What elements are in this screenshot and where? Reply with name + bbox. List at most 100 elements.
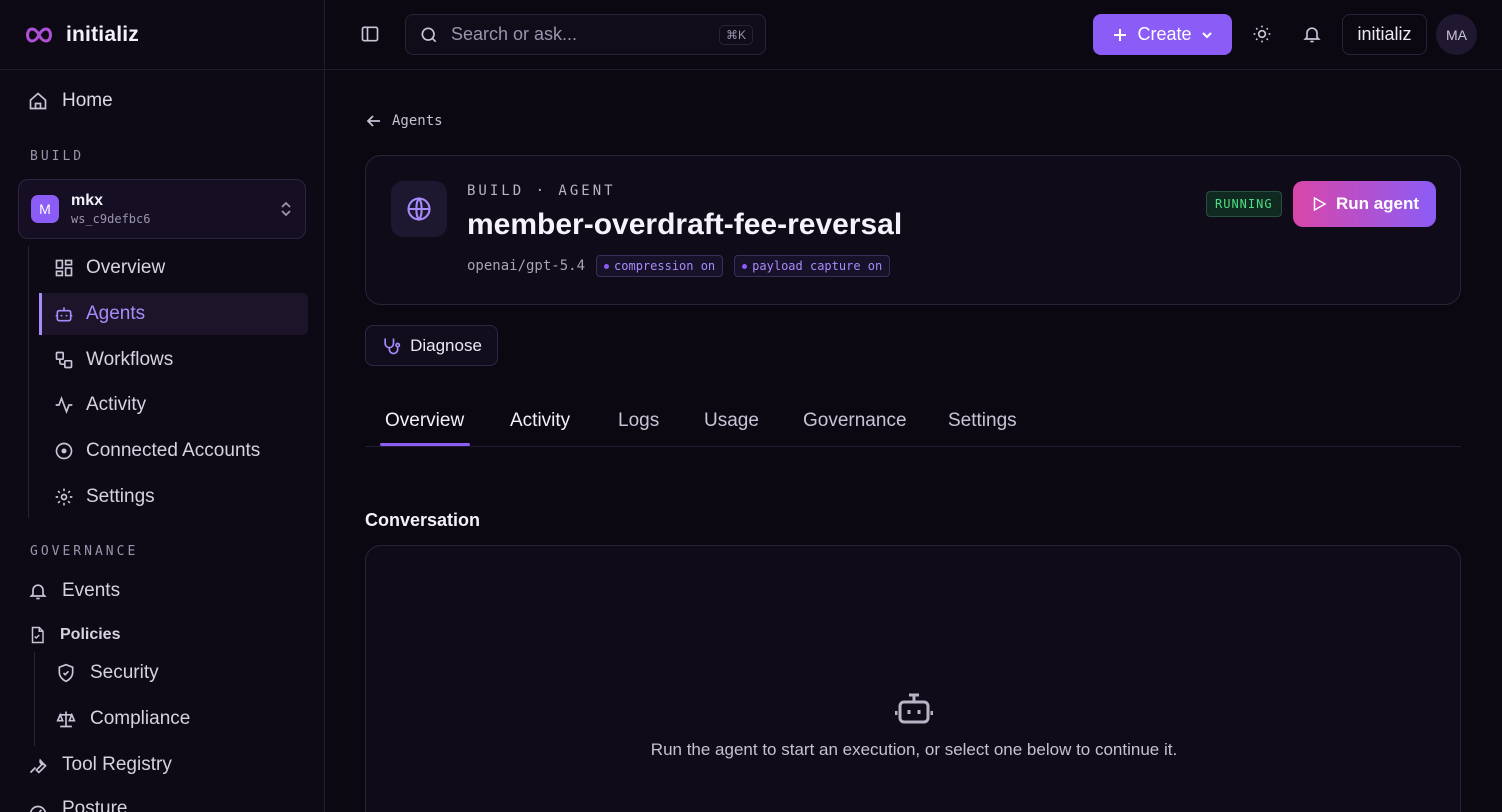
- payload-capture-pill: payload capture on: [734, 255, 891, 277]
- back-link-label: Agents: [392, 113, 443, 129]
- play-icon: [1310, 195, 1328, 213]
- agent-meta: openai/gpt-5.4 compression on payload ca…: [467, 255, 891, 277]
- sidebar-item-label: Posture: [62, 798, 128, 812]
- active-tab-indicator: [380, 443, 470, 446]
- tab-settings[interactable]: Settings: [948, 410, 1017, 432]
- chevron-down-icon: [1201, 29, 1213, 41]
- section-label-build: BUILD: [30, 149, 85, 164]
- workspace-avatar: M: [31, 195, 59, 223]
- bot-icon: [54, 304, 74, 324]
- user-avatar[interactable]: MA: [1436, 14, 1477, 55]
- globe-icon: [391, 181, 447, 237]
- scale-icon: [56, 709, 76, 729]
- search-placeholder: Search or ask...: [451, 24, 578, 44]
- workspace-id: ws_c9defbc6: [71, 212, 151, 226]
- workspace-name: mkx: [71, 192, 104, 209]
- stethoscope-icon: [381, 336, 401, 356]
- theme-toggle-sun-icon[interactable]: [1252, 24, 1272, 44]
- document-icon: [28, 626, 46, 644]
- chevron-up-down-icon: [279, 201, 293, 217]
- topbar: Search or ask... ⌘K Create initializ MA: [325, 0, 1502, 70]
- sidebar-item-settings[interactable]: Settings: [40, 476, 308, 518]
- create-button[interactable]: Create: [1093, 14, 1232, 55]
- shield-icon: [56, 663, 76, 683]
- wrench-icon: [28, 755, 48, 775]
- sidebar-item-label: Home: [62, 90, 113, 111]
- sidebar-item-overview[interactable]: Overview: [40, 247, 308, 289]
- sidebar-item-label: Settings: [86, 486, 155, 507]
- org-switcher-button[interactable]: initializ: [1342, 14, 1427, 55]
- run-agent-label: Run agent: [1335, 194, 1420, 213]
- sidebar-item-compliance[interactable]: Compliance: [56, 704, 190, 734]
- pill-label: compression on: [614, 259, 716, 273]
- dot-icon: [604, 263, 610, 269]
- agent-eyebrow: BUILD · AGENT: [467, 183, 616, 199]
- plus-icon: [1112, 27, 1128, 43]
- sidebar-item-label: Overview: [86, 257, 166, 278]
- sub-nav-rail: [34, 652, 35, 746]
- gauge-icon: [28, 799, 48, 812]
- sidebar-toggle-icon[interactable]: [360, 24, 380, 44]
- bot-icon: [895, 691, 933, 725]
- sub-nav-rail: [28, 246, 29, 518]
- sidebar-item-workflows[interactable]: Workflows: [40, 339, 308, 381]
- sidebar-item-label: Security: [90, 662, 159, 683]
- status-badge: RUNNING: [1206, 191, 1282, 217]
- brand[interactable]: initializ: [0, 0, 324, 70]
- sidebar: initializ Home BUILD M mkx ws_c9defbc6 O…: [0, 0, 325, 812]
- sidebar-item-posture[interactable]: Posture: [28, 794, 127, 812]
- bell-icon: [28, 581, 48, 601]
- infinity-logo-icon: [24, 26, 54, 44]
- diagnose-label: Diagnose: [410, 335, 482, 355]
- shortcut-badge: ⌘K: [718, 24, 753, 45]
- sidebar-item-label: Compliance: [90, 708, 191, 729]
- empty-state-message: Run the agent to start an execution, or …: [650, 740, 1178, 759]
- sidebar-item-security[interactable]: Security: [56, 658, 159, 688]
- arrow-left-icon: [366, 113, 382, 129]
- sidebar-item-policies[interactable]: Policies: [28, 620, 120, 650]
- sidebar-item-label: Activity: [86, 394, 147, 415]
- brand-name: initializ: [66, 22, 139, 46]
- search-icon: [419, 25, 439, 45]
- compression-pill: compression on: [596, 255, 724, 277]
- tab-activity[interactable]: Activity: [510, 410, 570, 432]
- sidebar-item-label: Events: [62, 580, 121, 601]
- sidebar-item-label: Connected Accounts: [86, 440, 261, 461]
- section-label-governance: GOVERNANCE: [30, 544, 139, 559]
- grid-icon: [54, 258, 74, 278]
- sidebar-item-tool-registry[interactable]: Tool Registry: [28, 750, 172, 780]
- plug-icon: [54, 441, 74, 461]
- sidebar-item-label: Policies: [60, 626, 121, 643]
- search-input[interactable]: Search or ask... ⌘K: [405, 14, 766, 55]
- workflow-icon: [54, 350, 74, 370]
- tab-logs[interactable]: Logs: [618, 410, 659, 432]
- activity-icon: [54, 395, 74, 415]
- sidebar-item-label: Tool Registry: [62, 754, 172, 775]
- sidebar-item-activity[interactable]: Activity: [40, 384, 308, 426]
- sidebar-item-connected-accounts[interactable]: Connected Accounts: [40, 430, 308, 472]
- sidebar-item-label: Workflows: [86, 349, 174, 370]
- agent-title: member-overdraft-fee-reversal: [467, 208, 903, 241]
- home-icon: [28, 91, 48, 111]
- sidebar-item-agents[interactable]: Agents: [39, 293, 308, 335]
- tab-governance[interactable]: Governance: [803, 410, 907, 432]
- diagnose-button[interactable]: Diagnose: [365, 325, 498, 366]
- gear-icon: [54, 487, 74, 507]
- pill-label: payload capture on: [752, 259, 883, 273]
- create-label: Create: [1137, 24, 1192, 44]
- back-to-agents-link[interactable]: Agents: [366, 113, 443, 129]
- conversation-panel: Run the agent to start an execution, or …: [365, 545, 1461, 812]
- workspace-switcher[interactable]: M mkx ws_c9defbc6: [18, 179, 306, 239]
- conversation-title: Conversation: [365, 510, 481, 530]
- tab-overview[interactable]: Overview: [385, 410, 464, 432]
- run-agent-button[interactable]: Run agent: [1293, 181, 1436, 227]
- notifications-bell-icon[interactable]: [1302, 24, 1322, 44]
- sidebar-item-label: Agents: [86, 303, 146, 324]
- tab-bar: Overview Activity Logs Usage Governance …: [365, 400, 1461, 447]
- agent-header-card: BUILD · AGENT member-overdraft-fee-rever…: [365, 155, 1461, 305]
- sidebar-item-events[interactable]: Events: [28, 576, 120, 606]
- dot-icon: [742, 263, 748, 269]
- sidebar-item-home[interactable]: Home: [28, 86, 113, 116]
- tab-usage[interactable]: Usage: [704, 410, 759, 432]
- agent-model: openai/gpt-5.4: [467, 258, 586, 274]
